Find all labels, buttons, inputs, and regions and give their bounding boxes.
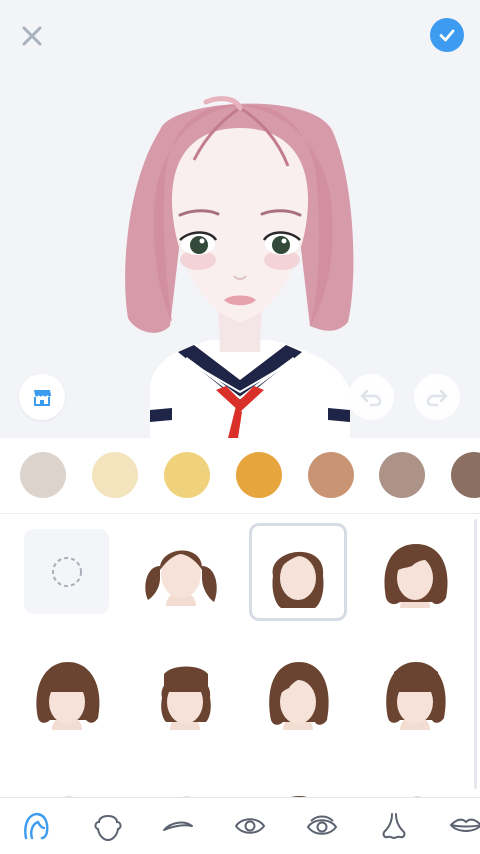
avatar-editor-screen: [0, 0, 480, 854]
hair-option[interactable]: [132, 523, 230, 621]
hair-option[interactable]: [249, 767, 347, 797]
store-icon: [34, 390, 51, 406]
color-swatch[interactable]: [20, 452, 66, 498]
hair-icon: [24, 812, 49, 840]
nose-icon: [382, 813, 406, 840]
tab-eye-detail[interactable]: [300, 806, 344, 846]
hair-thumbnail: [36, 662, 100, 730]
close-icon: [22, 26, 42, 46]
store-button[interactable]: [19, 374, 65, 420]
confirm-button[interactable]: [430, 18, 464, 52]
eye-detail-icon: [306, 815, 338, 835]
checkmark-icon: [439, 29, 455, 42]
face-shape-icon: [94, 815, 122, 842]
hair-thumbnail: [384, 544, 448, 608]
hair-thumbnail: [161, 666, 211, 730]
tab-lips[interactable]: [444, 806, 480, 846]
hair-option[interactable]: [136, 767, 234, 797]
hair-style-grid: [0, 515, 480, 797]
hair-option[interactable]: [366, 645, 464, 743]
hair-option[interactable]: [249, 645, 347, 743]
hair-option[interactable]: [366, 523, 464, 621]
undo-button[interactable]: [348, 374, 394, 420]
empty-circle-icon: [51, 556, 82, 587]
color-swatch[interactable]: [92, 452, 138, 498]
hair-option-none[interactable]: [24, 529, 109, 614]
hair-thumbnail: [413, 796, 421, 797]
redo-icon: [426, 389, 448, 407]
hair-option[interactable]: [18, 767, 116, 797]
color-swatch[interactable]: [164, 452, 210, 498]
color-swatch[interactable]: [236, 452, 282, 498]
tab-hair[interactable]: [14, 806, 58, 846]
avatar-figure: [125, 96, 354, 438]
hair-option[interactable]: [366, 767, 464, 797]
undo-icon: [360, 389, 382, 407]
hair-color-palette: [0, 438, 480, 514]
category-tab-bar: [0, 797, 480, 854]
grid-scrollbar[interactable]: [474, 519, 477, 789]
tab-eyebrows[interactable]: [156, 806, 200, 846]
avatar-preview: [0, 0, 480, 438]
hair-thumbnail: [386, 662, 446, 730]
color-swatch[interactable]: [308, 452, 354, 498]
color-swatch[interactable]: [379, 452, 425, 498]
hair-option[interactable]: [136, 645, 234, 743]
hair-thumbnail: [145, 550, 217, 606]
hair-thumbnail: [183, 796, 191, 797]
hair-option-selected[interactable]: [249, 523, 347, 621]
hair-thumbnail: [291, 796, 307, 797]
eyebrow-icon: [163, 821, 193, 831]
hair-option[interactable]: [18, 645, 116, 743]
hair-thumbnail: [269, 662, 329, 730]
close-button[interactable]: [14, 18, 50, 54]
eye-icon: [234, 818, 266, 834]
tab-face-shape[interactable]: [86, 806, 130, 846]
hair-thumbnail: [65, 796, 73, 797]
tab-eyes[interactable]: [228, 806, 272, 846]
tab-nose[interactable]: [372, 806, 416, 846]
redo-button[interactable]: [414, 374, 460, 420]
color-swatch[interactable]: [451, 452, 480, 498]
lips-icon: [449, 818, 480, 832]
hair-thumbnail: [272, 551, 324, 608]
